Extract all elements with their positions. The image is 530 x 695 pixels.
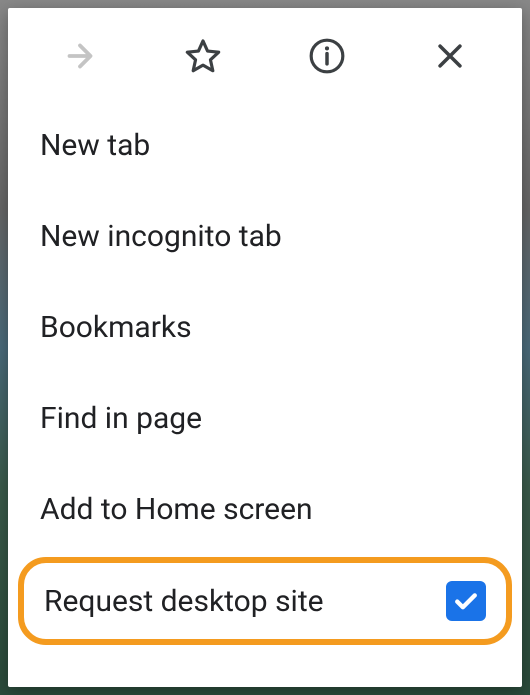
forward-icon	[62, 38, 98, 74]
close-menu-button[interactable]	[428, 34, 472, 78]
menu-item-label: New tab	[40, 128, 150, 163]
overflow-menu-panel: New tab New incognito tab Bookmarks Find…	[8, 8, 522, 687]
menu-item-find-in-page[interactable]: Find in page	[8, 373, 522, 464]
menu-item-label: Request desktop site	[44, 584, 324, 619]
info-button[interactable]	[305, 34, 349, 78]
menu-item-new-incognito-tab[interactable]: New incognito tab	[8, 191, 522, 282]
forward-button[interactable]	[58, 34, 102, 78]
menu-list: New tab New incognito tab Bookmarks Find…	[8, 100, 522, 655]
checkmark-icon	[451, 586, 481, 616]
menu-item-label: Bookmarks	[40, 310, 192, 345]
menu-icon-row	[8, 8, 522, 100]
menu-item-label: Add to Home screen	[40, 492, 313, 527]
menu-item-bookmarks[interactable]: Bookmarks	[8, 282, 522, 373]
menu-item-request-desktop-site[interactable]: Request desktop site	[18, 557, 512, 645]
desktop-site-checkbox[interactable]	[446, 581, 486, 621]
star-icon	[184, 37, 222, 75]
bookmark-button[interactable]	[181, 34, 225, 78]
info-icon	[308, 37, 346, 75]
close-icon	[433, 39, 467, 73]
menu-item-add-to-home-screen[interactable]: Add to Home screen	[8, 464, 522, 555]
menu-item-label: New incognito tab	[40, 219, 282, 254]
menu-item-label: Find in page	[40, 401, 202, 436]
menu-item-new-tab[interactable]: New tab	[8, 100, 522, 191]
